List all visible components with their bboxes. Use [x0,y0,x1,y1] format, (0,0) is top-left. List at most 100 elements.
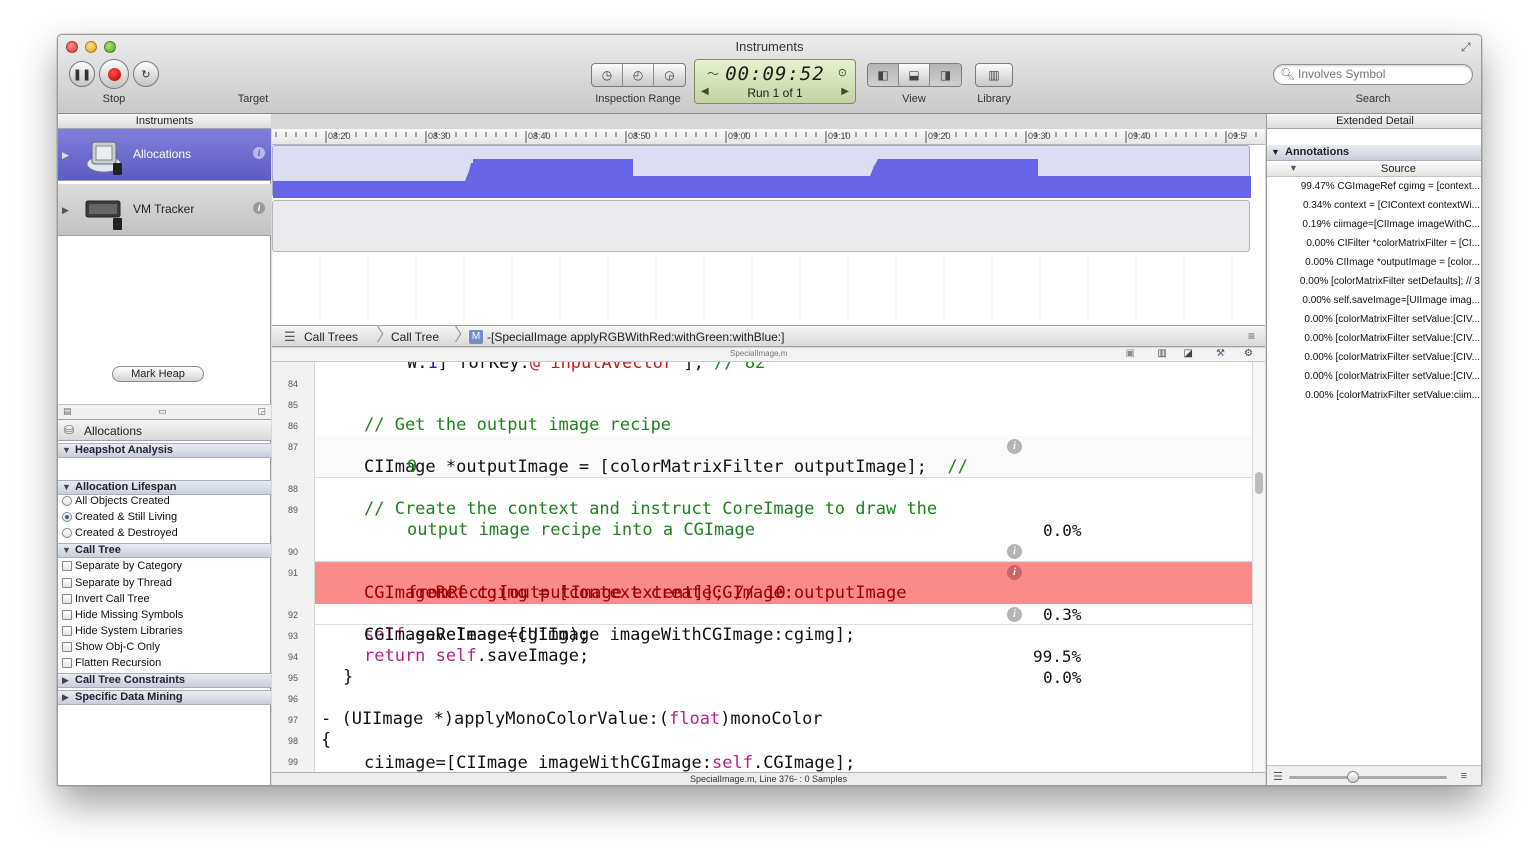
checkbox[interactable] [62,626,72,636]
search-input[interactable] [1298,67,1466,81]
checkbox[interactable] [62,578,72,588]
checkbox[interactable] [62,642,72,652]
timer-mode-icon[interactable]: ⊙ [838,66,847,79]
code-line-profiled[interactable]: self.saveImage=[UIImage imageWithCGImage… [315,604,1252,687]
mark-heap-button[interactable]: Mark Heap [112,366,204,382]
radio[interactable] [62,528,72,538]
next-run-icon[interactable]: ▶ [841,86,849,97]
toggle-bottom-pane-button[interactable]: ⬓ [899,64,930,86]
disclosure-icon[interactable]: ▶ [62,205,69,216]
checkbox[interactable] [62,658,72,668]
opt-separate-category[interactable]: Separate by Category [62,560,182,572]
checkbox[interactable] [62,594,72,604]
info-icon[interactable]: i [1007,565,1022,580]
allocations-graph[interactable] [272,145,1251,198]
split-icon[interactable]: ◲ [257,406,266,417]
left-pane-icon: ◧ [877,68,889,82]
info-icon[interactable]: i [253,202,265,214]
annotation-row[interactable]: 0.00% [colorMatrixFilter setValue:[CIV..… [1304,352,1480,363]
view-label: View [902,93,926,105]
timeline[interactable]: 08:20 08:30 08:40 08:50 09:00 09:10 09:2… [272,129,1265,412]
opt-invert-call-tree[interactable]: Invert Call Tree [62,593,150,605]
lifespan-living-option[interactable]: Created & Still Living [62,511,177,523]
menu-icon[interactable]: ≡ [1248,329,1255,343]
annotation-row[interactable]: 0.00% [colorMatrixFilter setValue:ciim..… [1305,390,1480,401]
extended-detail-pane: ▼ Annotations ▼ Source 99.47% CGImageRef… [1266,129,1481,785]
lifespan-destroyed-option[interactable]: Created & Destroyed [62,527,178,539]
breadcrumb-method[interactable]: -[SpecialImage applyRGBWithRed:withGreen… [487,330,784,344]
code-line-profiled[interactable]: CIImage *outputImage = [colorMatrixFilte… [315,436,1252,540]
track-allocations[interactable]: ▶ Allocations i [58,129,271,181]
inspection-end-button[interactable]: ◶ [654,64,685,86]
vm-tracker-graph[interactable] [272,200,1250,252]
opt-hide-missing[interactable]: Hide Missing Symbols [62,609,183,621]
radio-selected[interactable] [62,512,72,522]
annotation-row[interactable]: 0.00% CIFilter *colorMatrixFilter = [CI.… [1306,238,1480,249]
list-small-icon[interactable]: ☰ [1273,770,1283,783]
lifespan-all-option[interactable]: All Objects Created [62,495,170,507]
code-line: { [321,730,332,750]
opt-hide-system[interactable]: Hide System Libraries [62,625,183,637]
info-icon[interactable]: i [253,147,265,159]
search-field[interactable]: 🔍︎ [1273,64,1473,85]
radio[interactable] [62,496,72,506]
code-line-hotspot[interactable]: CGImageRef cgimg = [context createCGImag… [315,562,1252,666]
annotation-row[interactable]: 0.19% ciimage=[CIImage imageWithC... [1302,219,1480,230]
info-icon[interactable]: i [1007,439,1022,454]
info-icon[interactable]: i [1007,607,1022,622]
annotation-row[interactable]: 0.00% [colorMatrixFilter setValue:[CIV..… [1304,333,1480,344]
sort-icon[interactable]: ▼ [1289,163,1298,173]
checkbox[interactable] [62,561,72,571]
time-ruler[interactable]: 08:20 08:30 08:40 08:50 09:00 09:10 09:2… [272,129,1265,145]
zoom-slider[interactable] [1289,776,1447,779]
list-icon[interactable]: ☰ [284,329,296,345]
info-icon[interactable]: i [1007,544,1022,559]
gear-icon[interactable]: ⚙ [1244,348,1253,359]
graph-icon[interactable]: ▤ [63,406,72,417]
section-constraints[interactable]: ▶ Call Tree Constraints [58,673,271,688]
target-label[interactable]: Target [228,93,278,105]
annotation-row[interactable]: 0.00% [colorMatrixFilter setValue:[CIV..… [1304,371,1480,382]
annotation-row[interactable]: 0.00% [colorMatrixFilter setDefaults]; /… [1300,276,1480,287]
zoom-slider-thumb[interactable] [1347,771,1359,783]
code-scrollbar[interactable] [1252,362,1265,772]
library-button[interactable]: ▥ [976,64,1012,86]
inspection-start-button[interactable]: ◷ [592,64,623,86]
opt-flatten-recursion[interactable]: Flatten Recursion [62,657,161,669]
inspection-clear-button[interactable]: ◴ [623,64,654,86]
fullscreen-icon[interactable]: ⤢ [1461,40,1475,54]
line-number: 86 [287,421,298,431]
code-line-profiled[interactable]: context = [CIContext contextWithOptions:… [315,541,1252,624]
section-lifespan[interactable]: ▼ Allocation Lifespan [58,480,271,495]
annotation-row[interactable]: 0.34% context = [CIContext contextWi... [1303,200,1480,211]
annotation-row[interactable]: 0.00% CIImage *outputImage = [color... [1305,257,1480,268]
record-button[interactable] [99,59,129,89]
source-column-header[interactable]: ▼ Source [1267,162,1481,177]
annotation-row[interactable]: 0.00% [colorMatrixFilter setValue:[CIV..… [1304,314,1480,325]
toggle-left-pane-button[interactable]: ◧ [868,64,899,86]
list-large-icon[interactable]: ≡ [1461,770,1467,782]
checkbox[interactable] [62,610,72,620]
source-code-view[interactable]: W:1] forKey:@"inputAVector"]; // 82 // G… [315,362,1252,772]
file-icon[interactable]: ▣ [1126,348,1135,359]
scroll-thumb[interactable] [1255,472,1263,494]
breadcrumb-call-tree[interactable]: Call Tree [391,330,439,344]
section-data-mining[interactable]: ▶ Specific Data Mining [58,690,271,705]
restart-button[interactable]: ↻ [133,61,159,87]
track-vm-tracker[interactable]: ▶ VM Tracker i [58,184,271,236]
xcode-icon[interactable]: ⚒ [1216,348,1225,359]
pause-button[interactable]: ❚❚ [69,61,95,87]
window-icon[interactable]: ▭ [158,406,167,417]
section-heapshot[interactable]: ▼ Heapshot Analysis [58,443,271,458]
breadcrumb-call-trees[interactable]: Call Trees [304,330,358,344]
opt-show-objc[interactable]: Show Obj-C Only [62,641,160,653]
disclosure-icon[interactable]: ▶ [62,150,69,161]
annotations-header[interactable]: ▼ Annotations [1267,145,1481,161]
split-view-icon[interactable]: ◪ [1184,348,1193,359]
columns-icon[interactable]: ▥ [1158,348,1167,359]
opt-separate-thread[interactable]: Separate by Thread [62,577,172,589]
annotation-row[interactable]: 0.00% self.saveImage=[UIImage imag... [1302,295,1480,306]
annotation-row[interactable]: 99.47% CGImageRef cgimg = [context... [1301,181,1480,192]
section-call-tree[interactable]: ▼ Call Tree [58,543,271,558]
toggle-right-pane-button[interactable]: ◨ [930,64,961,86]
